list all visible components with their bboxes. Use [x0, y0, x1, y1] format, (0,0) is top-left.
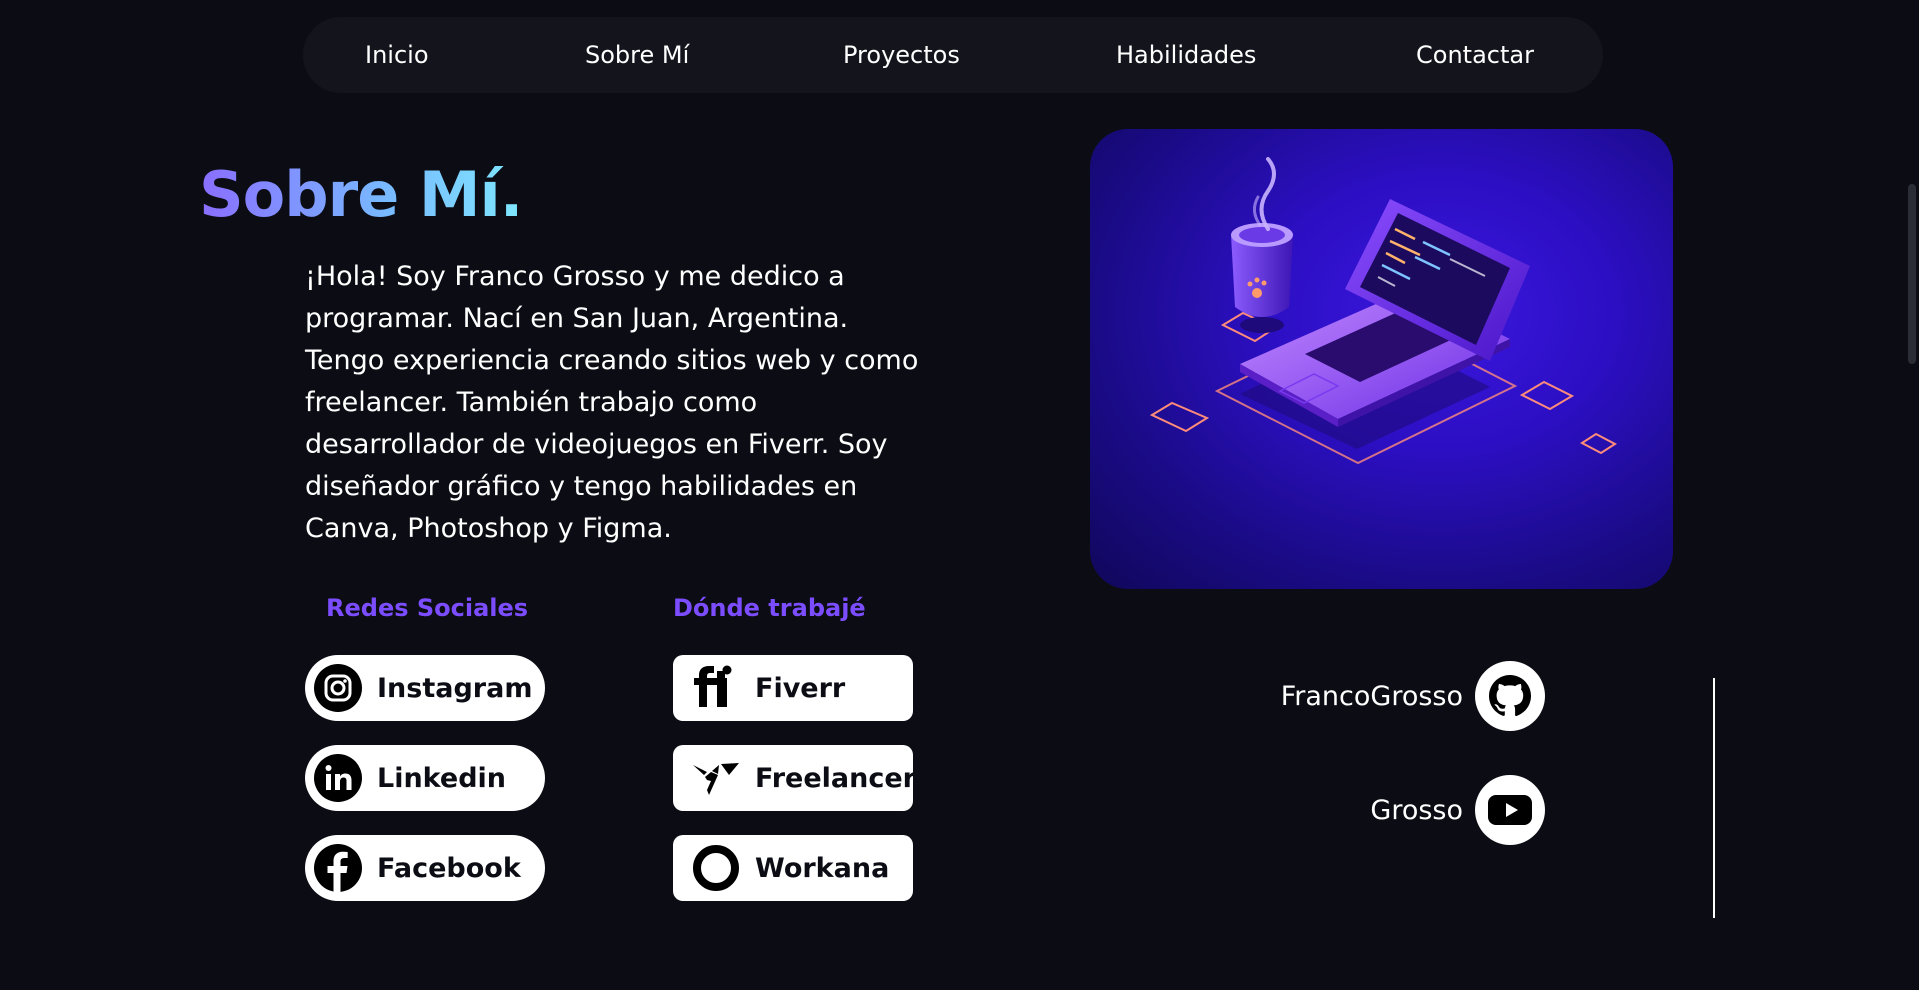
instagram-button[interactable]: Instagram	[305, 655, 545, 721]
section-title: Sobre Mí.	[199, 158, 523, 231]
github-account: FrancoGrosso	[1281, 661, 1545, 731]
nav-inicio[interactable]: Inicio	[365, 17, 429, 93]
facebook-icon	[311, 841, 365, 895]
linkedin-button[interactable]: Linkedin	[305, 745, 545, 811]
work-title: Dónde trabajé	[673, 594, 866, 622]
nav-habilidades[interactable]: Habilidades	[1116, 17, 1256, 93]
nav-proyectos[interactable]: Proyectos	[843, 17, 960, 93]
github-username: FrancoGrosso	[1280, 680, 1463, 712]
freelancer-icon	[689, 751, 743, 805]
workana-icon	[689, 841, 743, 895]
workana-button[interactable]: Workana	[673, 835, 913, 901]
instagram-icon	[311, 661, 365, 715]
isometric-laptop-coffee-illustration	[1149, 157, 1617, 465]
youtube-account: Grosso	[1370, 775, 1545, 845]
nav-sobre-mi[interactable]: Sobre Mí	[585, 17, 689, 93]
fiverr-button[interactable]: Fiverr	[673, 655, 913, 721]
youtube-link[interactable]	[1475, 775, 1545, 845]
freelancer-label: Freelancer	[755, 762, 916, 794]
scrollbar-track[interactable]	[1903, 0, 1919, 990]
hero-illustration	[1090, 129, 1673, 589]
linkedin-label: Linkedin	[377, 762, 507, 794]
freelancer-button[interactable]: Freelancer	[673, 745, 916, 811]
fiverr-label: Fiverr	[755, 672, 846, 704]
linkedin-icon	[311, 751, 365, 805]
youtube-icon	[1488, 795, 1532, 825]
workana-label: Workana	[755, 852, 890, 884]
bio-text: ¡Hola! Soy Franco Grosso y me dedico a p…	[305, 261, 919, 544]
scrollbar-thumb[interactable]	[1908, 184, 1916, 364]
instagram-label: Instagram	[377, 672, 533, 704]
social-title: Redes Sociales	[326, 594, 529, 622]
github-icon	[1489, 675, 1531, 717]
facebook-label: Facebook	[377, 852, 521, 884]
facebook-button[interactable]: Facebook	[305, 835, 545, 901]
fiverr-icon	[689, 661, 743, 715]
main-nav: Inicio Sobre Mí Proyectos Habilidades Co…	[303, 17, 1603, 93]
nav-contactar[interactable]: Contactar	[1416, 17, 1534, 93]
youtube-username: Grosso	[1370, 794, 1463, 826]
vertical-divider	[1713, 678, 1715, 918]
github-link[interactable]	[1475, 661, 1545, 731]
